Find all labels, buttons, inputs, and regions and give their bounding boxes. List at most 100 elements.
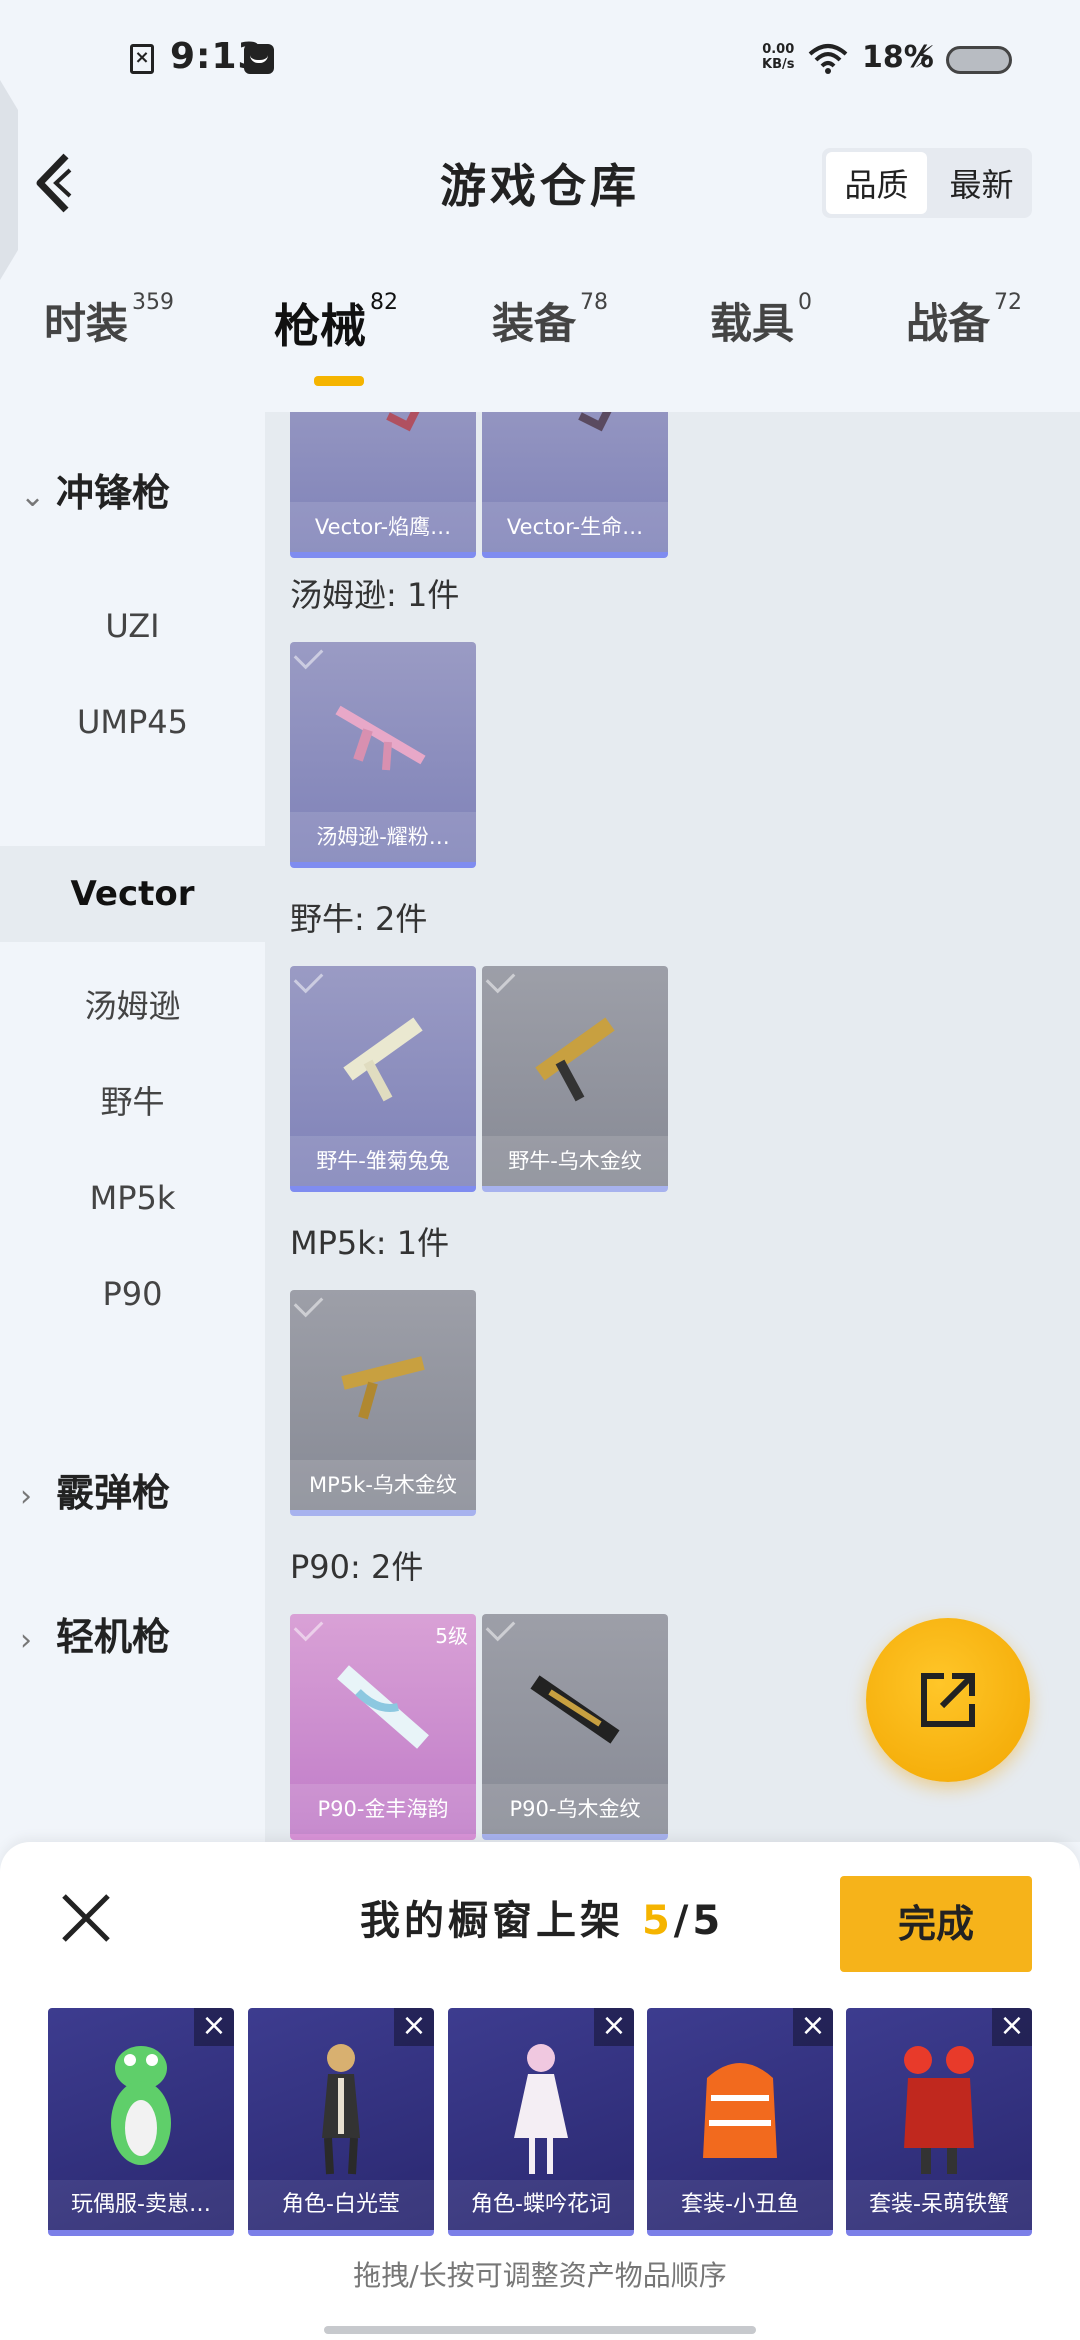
close-button[interactable] xyxy=(58,1890,114,1946)
weapon-card[interactable]: Vector-生命… xyxy=(482,412,668,558)
sort-quality[interactable]: 品质 xyxy=(826,152,927,214)
share-button[interactable] xyxy=(866,1618,1030,1782)
check-icon xyxy=(485,966,516,994)
sidebar-item-vector[interactable]: Vector xyxy=(0,846,265,942)
category-shotgun[interactable]: › 霰弹枪 xyxy=(20,1462,170,1517)
remove-icon[interactable]: × xyxy=(394,2008,434,2046)
sidebar-item-bizon[interactable]: 野牛 xyxy=(0,1054,265,1150)
sidebar-item-ump45[interactable]: UMP45 xyxy=(0,674,265,770)
slot-name: 玩偶服-卖崽… xyxy=(48,2180,234,2230)
share-icon xyxy=(921,1673,975,1727)
sim-icon: × xyxy=(130,44,154,74)
tab-vehicles[interactable]: 载具 0 xyxy=(710,290,812,351)
gun-icon xyxy=(335,705,426,771)
slot-name: 角色-蝶吟花词 xyxy=(448,2180,634,2230)
gun-icon xyxy=(530,1675,620,1744)
sidebar-item-uzi[interactable]: UZI xyxy=(0,578,265,674)
slot-name: 角色-白光莹 xyxy=(248,2180,434,2230)
sidebar-item-p90[interactable]: P90 xyxy=(0,1246,265,1342)
slot-name: 套装-小丑鱼 xyxy=(647,2180,833,2230)
status-bar: × 9:13 0.00 KB/s 18% ⚡ xyxy=(0,0,1080,118)
gun-icon xyxy=(343,1017,423,1102)
tab-count: 78 xyxy=(580,290,609,315)
sort-toggle: 品质 最新 xyxy=(822,148,1032,218)
weapon-card[interactable]: 5级 P90-金丰海韵 xyxy=(290,1614,476,1840)
level-badge: 5级 xyxy=(435,1624,468,1648)
tab-fashion[interactable]: 时装 359 xyxy=(44,290,174,351)
tab-label: 战备 xyxy=(906,299,991,348)
active-tab-indicator xyxy=(314,376,364,386)
tab-equipment[interactable]: 装备 78 xyxy=(492,290,608,351)
gun-icon xyxy=(337,1665,429,1749)
category-lmg[interactable]: › 轻机枪 xyxy=(20,1606,170,1661)
card-name: MP5k-乌木金纹 xyxy=(290,1460,476,1510)
tab-supplies[interactable]: 战备 72 xyxy=(906,290,1022,351)
card-name: Vector-生命… xyxy=(482,502,668,552)
weapon-card[interactable]: Vector-焰鹰… xyxy=(290,412,476,558)
remove-icon[interactable]: × xyxy=(793,2008,833,2046)
chevron-right-icon: › xyxy=(20,1479,32,1514)
group-label: 野牛: 2件 xyxy=(290,900,428,938)
group-label: 汤姆逊: 1件 xyxy=(290,576,460,614)
tab-count: 0 xyxy=(798,290,813,315)
category-tabs: 时装 359 枪械 82 装备 78 载具 0 战备 72 xyxy=(0,290,1080,410)
card-name: 汤姆逊-耀粉… xyxy=(290,812,476,862)
chevron-down-icon: ⌄ xyxy=(20,479,46,514)
tab-firearms[interactable]: 枪械 82 xyxy=(274,290,398,356)
wifi-icon xyxy=(808,42,848,82)
showcase-slot[interactable]: × 套装-呆萌铁蟹 xyxy=(846,2008,1032,2236)
weapon-card[interactable]: P90-乌木金纹 xyxy=(482,1614,668,1840)
gun-icon xyxy=(341,1356,425,1420)
showcase-count: 5 xyxy=(641,1898,674,1944)
tab-label: 载具 xyxy=(710,299,795,348)
gun-icon xyxy=(535,1017,615,1102)
reorder-hint: 拖拽/长按可调整资产物品顺序 xyxy=(353,2259,727,2292)
sidebar-item-mp5k[interactable]: MP5k xyxy=(0,1150,265,1246)
remove-icon[interactable]: × xyxy=(594,2008,634,2046)
group-label: MP5k: 1件 xyxy=(290,1224,450,1262)
slot-name: 套装-呆萌铁蟹 xyxy=(846,2180,1032,2230)
close-icon xyxy=(62,1894,110,1942)
showcase-slot[interactable]: × 套装-小丑鱼 xyxy=(647,2008,833,2236)
category-smg[interactable]: ⌄ 冲锋枪 xyxy=(20,462,170,517)
battery-icon xyxy=(946,46,1012,74)
tab-label: 装备 xyxy=(492,299,577,348)
check-icon xyxy=(485,1614,516,1642)
charging-icon: ⚡ xyxy=(914,40,936,75)
figure-icon xyxy=(322,2044,360,2175)
check-icon xyxy=(293,1290,324,1318)
category-label: 轻机枪 xyxy=(56,1615,171,1659)
check-icon xyxy=(293,642,324,670)
gun-icon xyxy=(386,412,420,432)
category-label: 霰弹枪 xyxy=(56,1471,171,1515)
weapon-sidebar: ⌄ 冲锋枪 UZI UMP45 Vector 汤姆逊 野牛 MP5k P90 › 霰… xyxy=(0,412,265,1842)
sort-newest[interactable]: 最新 xyxy=(931,148,1032,218)
remove-icon[interactable]: × xyxy=(992,2008,1032,2046)
message-icon xyxy=(244,44,274,74)
done-button[interactable]: 完成 xyxy=(840,1876,1032,1972)
figure-icon xyxy=(514,2044,568,2174)
weapon-card[interactable]: 汤姆逊-耀粉… xyxy=(290,642,476,868)
gun-icon xyxy=(578,412,612,432)
home-indicator[interactable] xyxy=(324,2326,756,2334)
network-speed: 0.00 KB/s xyxy=(762,42,795,72)
card-name: P90-乌木金纹 xyxy=(482,1784,668,1834)
card-name: 野牛-乌木金纹 xyxy=(482,1136,668,1186)
sheet-title-text: 我的橱窗上架 xyxy=(360,1898,642,1944)
card-name: Vector-焰鹰… xyxy=(290,502,476,552)
showcase-slot[interactable]: × 角色-蝶吟花词 xyxy=(448,2008,634,2236)
showcase-total: /5 xyxy=(673,1898,725,1944)
category-label: 冲锋枪 xyxy=(56,471,171,515)
showcase-slot[interactable]: × 角色-白光莹 xyxy=(248,2008,434,2236)
check-icon xyxy=(293,966,324,994)
sheet-title: 我的橱窗上架 5/5 xyxy=(360,1888,724,1946)
sidebar-item-thompson[interactable]: 汤姆逊 xyxy=(0,958,265,1054)
remove-icon[interactable]: × xyxy=(194,2008,234,2046)
weapon-card[interactable]: 野牛-乌木金纹 xyxy=(482,966,668,1192)
weapon-card[interactable]: MP5k-乌木金纹 xyxy=(290,1290,476,1516)
weapon-card[interactable]: 野牛-雏菊兔兔 xyxy=(290,966,476,1192)
figure-icon xyxy=(904,2046,974,2174)
figure-icon xyxy=(703,2063,777,2158)
tab-count: 82 xyxy=(370,290,398,315)
showcase-slot[interactable]: × 玩偶服-卖崽… xyxy=(48,2008,234,2236)
